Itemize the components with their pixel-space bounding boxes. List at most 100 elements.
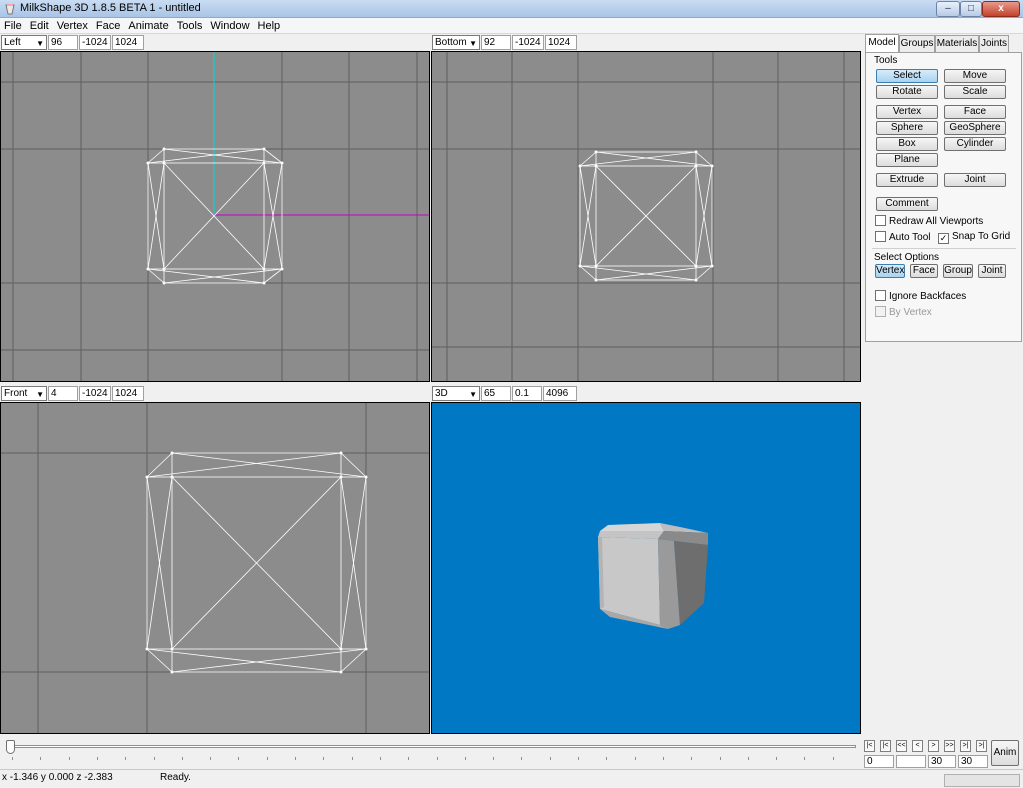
extrude-tool-button[interactable]: Extrude — [876, 173, 938, 187]
timeline-tick — [634, 757, 636, 760]
vertex-tool-button[interactable]: Vertex — [876, 105, 938, 119]
timeline-tick — [521, 757, 523, 760]
timeline-tick — [210, 757, 212, 760]
front-zoom-field[interactable]: 4 — [48, 386, 78, 401]
left-zoom-field[interactable]: 96 — [48, 35, 78, 50]
face-tool-button[interactable]: Face — [944, 105, 1006, 119]
comment-button[interactable]: Comment — [876, 197, 938, 211]
left-viewport[interactable] — [0, 51, 430, 382]
bottom-viewport-canvas — [432, 52, 860, 381]
perspective-viewport[interactable] — [431, 402, 861, 734]
front-min-field[interactable]: -1024 — [79, 386, 111, 401]
prev-key-button[interactable]: |< — [880, 740, 891, 752]
tab-materials[interactable]: Materials — [935, 35, 979, 52]
perspective-view-select[interactable]: 3D ▼ — [432, 386, 480, 401]
anim-mode-button[interactable]: Anim — [991, 740, 1019, 766]
select-group-button[interactable]: Group — [943, 264, 973, 278]
menu-file[interactable]: File — [0, 18, 26, 34]
tab-groups[interactable]: Groups — [899, 35, 935, 52]
plane-tool-button[interactable]: Plane — [876, 153, 938, 167]
frame-field[interactable]: 30 — [928, 755, 956, 768]
box-tool-button[interactable]: Box — [876, 137, 938, 151]
tab-model[interactable]: Model — [865, 34, 899, 52]
minimize-button[interactable]: – — [936, 1, 960, 17]
status-progress-area — [944, 774, 1020, 787]
animation-timeline[interactable] — [0, 740, 860, 768]
left-max-field[interactable]: 1024 — [112, 35, 144, 50]
bottom-viewport[interactable] — [431, 51, 861, 382]
scale-tool-button[interactable]: Scale — [944, 85, 1006, 99]
bottom-max-field[interactable]: 1024 — [545, 35, 577, 50]
front-view-label: Front — [4, 388, 28, 399]
select-face-button[interactable]: Face — [910, 264, 938, 278]
select-joint-button[interactable]: Joint — [978, 264, 1006, 278]
first-frame-button[interactable]: |< — [864, 740, 875, 752]
left-min-field[interactable]: -1024 — [79, 35, 111, 50]
by-vertex-label: By Vertex — [889, 307, 932, 318]
prev-frame-button[interactable]: < — [912, 740, 923, 752]
snap-to-grid-checkbox[interactable]: ✓ Snap To Grid — [938, 231, 1010, 244]
redraw-all-viewports-checkbox[interactable]: Redraw All Viewports — [875, 215, 983, 228]
cylinder-tool-button[interactable]: Cylinder — [944, 137, 1006, 151]
move-tool-button[interactable]: Move — [944, 69, 1006, 83]
timeline-tick — [266, 757, 268, 760]
total-frames-field[interactable]: 30 — [958, 755, 988, 768]
front-max-field[interactable]: 1024 — [112, 386, 144, 401]
joint-tool-button[interactable]: Joint — [944, 173, 1006, 187]
perspective-near-field[interactable]: 0.1 — [512, 386, 542, 401]
cursor-coordinates: x -1.346 y 0.000 z -2.383 — [2, 772, 113, 783]
select-tool-button[interactable]: Select — [876, 69, 938, 83]
tool-panel: Model Groups Materials Joints Tools Sele… — [864, 34, 1023, 740]
bottom-zoom-field[interactable]: 92 — [481, 35, 511, 50]
menu-face[interactable]: Face — [92, 18, 124, 34]
last-frame-button[interactable]: >| — [976, 740, 987, 752]
checkbox-box — [875, 306, 886, 317]
tools-group-label: Tools — [874, 55, 898, 66]
tab-joints[interactable]: Joints — [979, 35, 1009, 52]
geosphere-tool-button[interactable]: GeoSphere — [944, 121, 1006, 135]
ignore-backfaces-checkbox[interactable]: Ignore Backfaces — [875, 290, 966, 303]
timeline-tick — [549, 757, 551, 760]
menu-window[interactable]: Window — [206, 18, 253, 34]
timeline-tick — [12, 757, 13, 760]
bottom-view-select[interactable]: Bottom ▼ — [432, 35, 480, 50]
rotate-tool-button[interactable]: Rotate — [876, 85, 938, 99]
next-frame-button[interactable]: > — [928, 740, 939, 752]
perspective-fov-field[interactable]: 65 — [481, 386, 511, 401]
model-tab-body: Tools Select Move Rotate Scale Vertex Fa… — [865, 52, 1022, 342]
divider — [872, 248, 1016, 249]
front-view-select[interactable]: Front ▼ — [1, 386, 47, 401]
fast-forward-button[interactable]: >> — [944, 740, 955, 752]
redraw-all-viewports-label: Redraw All Viewports — [889, 216, 984, 227]
by-vertex-checkbox[interactable]: By Vertex — [875, 306, 932, 319]
timeline-tick — [125, 757, 127, 760]
close-button[interactable]: x — [982, 1, 1020, 17]
timeline-tick — [153, 757, 155, 760]
timeline-tick — [464, 757, 466, 760]
menu-vertex[interactable]: Vertex — [53, 18, 92, 34]
timeline-slider-handle[interactable] — [6, 740, 15, 754]
timeline-track[interactable] — [10, 745, 856, 748]
current-frame-field[interactable]: 0 — [864, 755, 894, 768]
menu-help[interactable]: Help — [254, 18, 285, 34]
menu-tools[interactable]: Tools — [173, 18, 207, 34]
chevron-down-icon: ▼ — [469, 390, 477, 399]
perspective-far-field[interactable]: 4096 — [543, 386, 577, 401]
maximize-button[interactable]: □ — [960, 1, 982, 17]
menu-animate[interactable]: Animate — [124, 18, 172, 34]
sphere-tool-button[interactable]: Sphere — [876, 121, 938, 135]
ignore-backfaces-label: Ignore Backfaces — [889, 291, 967, 302]
next-key-button[interactable]: >| — [960, 740, 971, 752]
auto-tool-checkbox[interactable]: Auto Tool — [875, 231, 931, 244]
timeline-tick — [832, 757, 834, 760]
front-viewport[interactable] — [0, 402, 430, 734]
select-options-label: Select Options — [874, 252, 940, 263]
timeline-tick — [379, 757, 381, 760]
menu-edit[interactable]: Edit — [26, 18, 53, 34]
select-vertex-button[interactable]: Vertex — [875, 264, 905, 278]
rewind-button[interactable]: << — [896, 740, 907, 752]
left-view-select[interactable]: Left ▼ — [1, 35, 47, 50]
bottom-min-field[interactable]: -1024 — [512, 35, 544, 50]
timeline-tick — [606, 757, 608, 760]
check-icon: ✓ — [938, 233, 949, 244]
